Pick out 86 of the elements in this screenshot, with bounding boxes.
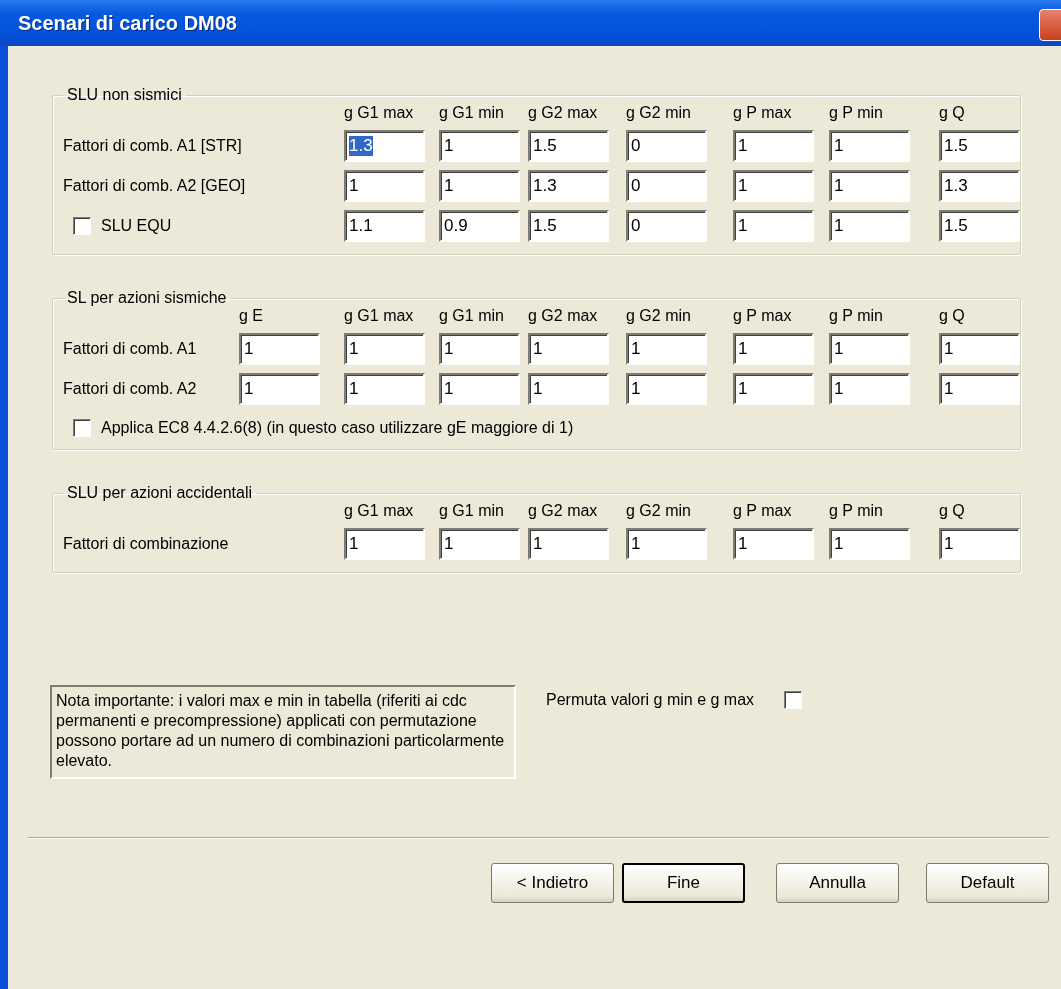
input-field[interactable]: 1 <box>829 130 910 162</box>
group-title: SL per azioni sismiche <box>66 289 228 307</box>
column-header: g G1 max <box>344 104 415 122</box>
input-field[interactable]: 1 <box>239 373 320 405</box>
column-header: g G1 min <box>439 502 505 520</box>
input-field[interactable]: 1 <box>733 333 814 365</box>
input-field[interactable]: 1.3 <box>939 170 1020 202</box>
input-field[interactable]: 1 <box>439 130 520 162</box>
input-field[interactable]: 1 <box>344 170 425 202</box>
input-field[interactable]: 1.5 <box>939 210 1020 242</box>
input-field[interactable]: 1 <box>733 210 814 242</box>
row-label: Fattori di comb. A2 [GEO] <box>63 177 247 195</box>
column-header: g P max <box>733 502 793 520</box>
column-header: g Q <box>939 502 966 520</box>
column-header: g G2 min <box>626 502 692 520</box>
column-header: g Q <box>939 104 966 122</box>
column-header: g G2 min <box>626 307 692 325</box>
input-field[interactable]: 1 <box>344 528 425 560</box>
input-field[interactable]: 1 <box>344 373 425 405</box>
column-header: g G1 min <box>439 104 505 122</box>
checkbox-label: SLU EQU <box>101 217 172 235</box>
column-header: g P min <box>829 502 884 520</box>
column-header: g E <box>239 307 264 325</box>
checkbox[interactable] <box>73 217 91 235</box>
input-field[interactable]: 1 <box>733 130 814 162</box>
input-field[interactable]: 1 <box>344 333 425 365</box>
checkbox[interactable] <box>784 691 803 709</box>
input-field[interactable]: 1 <box>939 528 1020 560</box>
column-header: g P max <box>733 104 793 122</box>
window-title: Scenari di carico DM08 <box>18 11 237 35</box>
input-field[interactable]: 1 <box>239 333 320 365</box>
row-label: Fattori di comb. A1 <box>63 340 198 358</box>
input-field[interactable]: 1 <box>829 333 910 365</box>
group-title: SLU non sismici <box>66 86 183 104</box>
input-field[interactable]: 1 <box>939 373 1020 405</box>
input-field[interactable]: 1 <box>829 528 910 560</box>
input-field[interactable]: 1 <box>829 170 910 202</box>
column-header: g G1 min <box>439 307 505 325</box>
input-field[interactable]: 0 <box>626 210 707 242</box>
dialog-button[interactable]: < Indietro <box>491 863 614 903</box>
column-header: g G1 max <box>344 307 415 325</box>
input-field[interactable]: 1 <box>439 170 520 202</box>
input-field[interactable]: 1 <box>626 333 707 365</box>
input-field[interactable]: 1 <box>528 528 609 560</box>
input-field[interactable]: 1.5 <box>528 210 609 242</box>
column-header: g G2 max <box>528 104 599 122</box>
row-label: Fattori di comb. A2 <box>63 380 198 398</box>
input-field[interactable]: 1.5 <box>528 130 609 162</box>
checkbox-label: Permuta valori g min e g max <box>546 691 755 709</box>
note-text: Nota importante: i valori max e min in tabella (riferiti ai cdc permanenti e precompressione) applicati con permutazione possono portare ad un numero di combinazioni particolarmente elevato. <box>50 685 516 779</box>
row-label: Fattori di comb. A1 [STR] <box>63 137 243 155</box>
input-field[interactable]: 1 <box>626 373 707 405</box>
column-header: g P min <box>829 104 884 122</box>
row-label: Fattori di combinazione <box>63 535 230 553</box>
input-field[interactable]: 1.1 <box>344 210 425 242</box>
dialog-button[interactable]: Fine <box>622 863 745 903</box>
input-field[interactable]: 0.9 <box>439 210 520 242</box>
input-field[interactable]: 0 <box>626 170 707 202</box>
input-field[interactable]: 1 <box>939 333 1020 365</box>
checkbox-label: Applica EC8 4.4.2.6(8) (in questo caso utilizzare gE maggiore di 1) <box>101 419 574 437</box>
column-header: g P max <box>733 307 793 325</box>
dialog-button[interactable]: Annulla <box>776 863 899 903</box>
input-field[interactable]: 1.3 <box>344 130 425 162</box>
input-field[interactable]: 1 <box>733 170 814 202</box>
input-field[interactable]: 1 <box>626 528 707 560</box>
input-field[interactable]: 1 <box>439 528 520 560</box>
group-title: SLU per azioni accidentali <box>66 484 253 502</box>
input-field[interactable]: 1 <box>733 528 814 560</box>
input-field[interactable]: 1 <box>528 333 609 365</box>
column-header: g G1 max <box>344 502 415 520</box>
input-field[interactable]: 1 <box>439 333 520 365</box>
dialog-button[interactable]: Default <box>926 863 1049 903</box>
input-field[interactable]: 1 <box>528 373 609 405</box>
input-field[interactable]: 1.5 <box>939 130 1020 162</box>
input-field[interactable]: 1 <box>829 210 910 242</box>
input-field[interactable]: 1 <box>829 373 910 405</box>
checkbox[interactable] <box>73 419 91 437</box>
input-field[interactable]: 1 <box>439 373 520 405</box>
column-header: g G2 max <box>528 502 599 520</box>
input-field[interactable]: 1.3 <box>528 170 609 202</box>
input-field[interactable]: 1 <box>733 373 814 405</box>
input-field[interactable]: 0 <box>626 130 707 162</box>
column-header: g G2 min <box>626 104 692 122</box>
column-header: g Q <box>939 307 966 325</box>
column-header: g P min <box>829 307 884 325</box>
column-header: g G2 max <box>528 307 599 325</box>
